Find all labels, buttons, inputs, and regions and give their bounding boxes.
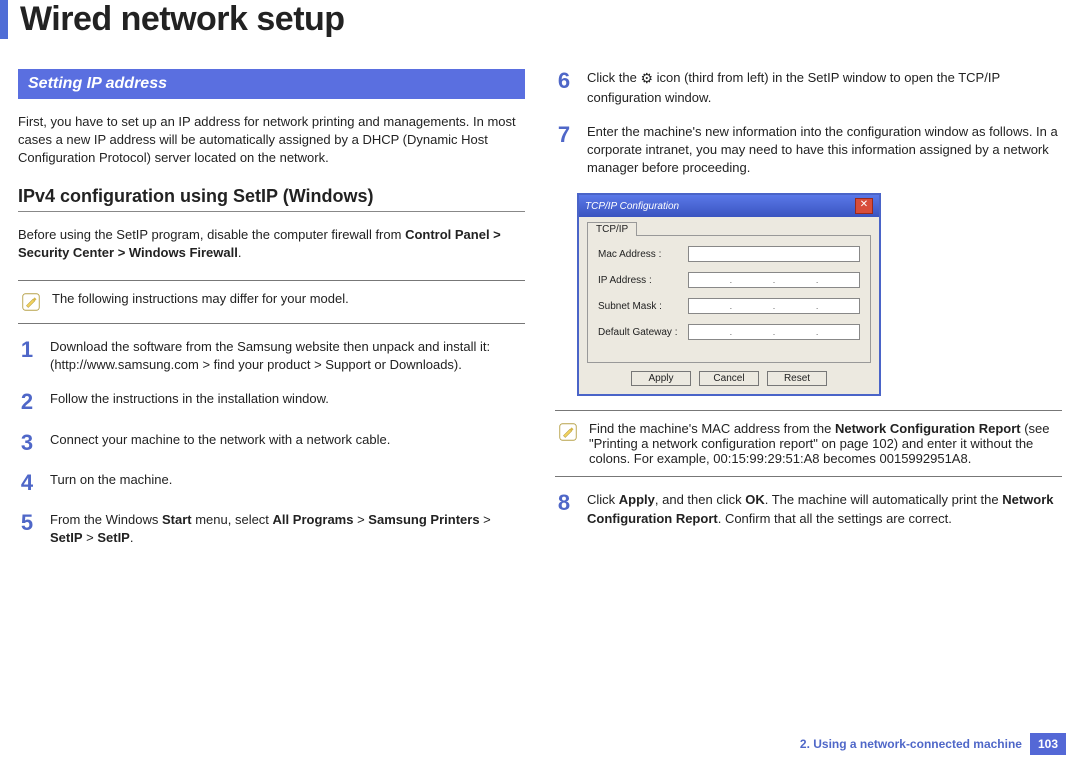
mask-label: Subnet Mask : (598, 301, 688, 312)
intro-paragraph: First, you have to set up an IP address … (18, 113, 525, 168)
step-8: 8 Click Apply, and then click OK. The ma… (555, 491, 1062, 527)
note-box-1: The following instructions may differ fo… (18, 280, 525, 324)
dialog-tab[interactable]: TCP/IP (587, 222, 637, 236)
note-1-text: The following instructions may differ fo… (52, 291, 349, 306)
step-5: 5 From the Windows Start menu, select Al… (18, 511, 525, 547)
note-2-text: Find the machine's MAC address from the … (589, 421, 1056, 466)
step-2-text: Follow the instructions in the installat… (50, 390, 525, 408)
mac-label: Mac Address : (598, 249, 688, 260)
gw-input[interactable]: ... (688, 324, 860, 340)
step-6-text: Click the ⚙ icon (third from left) in th… (587, 69, 1062, 107)
step-6: 6 Click the ⚙ icon (third from left) in … (555, 69, 1062, 107)
step-7-text: Enter the machine's new information into… (587, 123, 1062, 178)
section-heading: Setting IP address (18, 69, 525, 99)
step-num-4: 4 (18, 471, 36, 495)
step-num-1: 1 (18, 338, 36, 362)
step-2: 2 Follow the instructions in the install… (18, 390, 525, 414)
firewall-note-a: Before using the SetIP program, disable … (18, 227, 405, 242)
cancel-button[interactable]: Cancel (699, 371, 759, 386)
dialog-titlebar: TCP/IP Configuration ✕ (579, 195, 879, 217)
gw-label: Default Gateway : (598, 327, 688, 338)
note-icon (557, 421, 579, 443)
divider (18, 211, 525, 212)
step-1: 1 Download the software from the Samsung… (18, 338, 525, 374)
gear-icon: ⚙ (640, 69, 653, 89)
step-3-text: Connect your machine to the network with… (50, 431, 525, 449)
tcpip-dialog-screenshot: TCP/IP Configuration ✕ TCP/IP Mac Addres… (577, 193, 1062, 396)
right-column: 6 Click the ⚙ icon (third from left) in … (555, 69, 1062, 563)
mac-input[interactable] (688, 246, 860, 262)
step-num-2: 2 (18, 390, 36, 414)
steps-left: 1 Download the software from the Samsung… (18, 338, 525, 547)
steps-right-b: 8 Click Apply, and then click OK. The ma… (555, 491, 1062, 527)
step-1-text: Download the software from the Samsung w… (50, 338, 525, 374)
step-num-5: 5 (18, 511, 36, 535)
step-7: 7 Enter the machine's new information in… (555, 123, 1062, 178)
ip-input[interactable]: ... (688, 272, 860, 288)
dialog-title: TCP/IP Configuration (585, 201, 679, 212)
step-num-8: 8 (555, 491, 573, 515)
note-icon (20, 291, 42, 313)
apply-button[interactable]: Apply (631, 371, 691, 386)
step-4: 4 Turn on the machine. (18, 471, 525, 495)
firewall-note: Before using the SetIP program, disable … (18, 226, 525, 262)
step-num-7: 7 (555, 123, 573, 147)
tcpip-dialog: TCP/IP Configuration ✕ TCP/IP Mac Addres… (577, 193, 881, 396)
page-title: Wired network setup (20, 0, 1080, 39)
close-icon[interactable]: ✕ (855, 198, 873, 214)
footer-chapter: 2. Using a network-connected machine (800, 737, 1022, 751)
step-num-3: 3 (18, 431, 36, 455)
ip-label: IP Address : (598, 275, 688, 286)
step-5-text: From the Windows Start menu, select All … (50, 511, 525, 547)
page-title-bar: Wired network setup (0, 0, 1080, 39)
step-8-text: Click Apply, and then click OK. The mach… (587, 491, 1062, 527)
step-3: 3 Connect your machine to the network wi… (18, 431, 525, 455)
subheading: IPv4 configuration using SetIP (Windows) (18, 186, 525, 207)
page-footer: 2. Using a network-connected machine 103 (800, 733, 1066, 755)
reset-button[interactable]: Reset (767, 371, 827, 386)
steps-right-a: 6 Click the ⚙ icon (third from left) in … (555, 69, 1062, 177)
left-column: Setting IP address First, you have to se… (18, 69, 525, 563)
mask-input[interactable]: ... (688, 298, 860, 314)
step-num-6: 6 (555, 69, 573, 93)
note-box-2: Find the machine's MAC address from the … (555, 410, 1062, 477)
step-4-text: Turn on the machine. (50, 471, 525, 489)
page-number: 103 (1030, 733, 1066, 755)
